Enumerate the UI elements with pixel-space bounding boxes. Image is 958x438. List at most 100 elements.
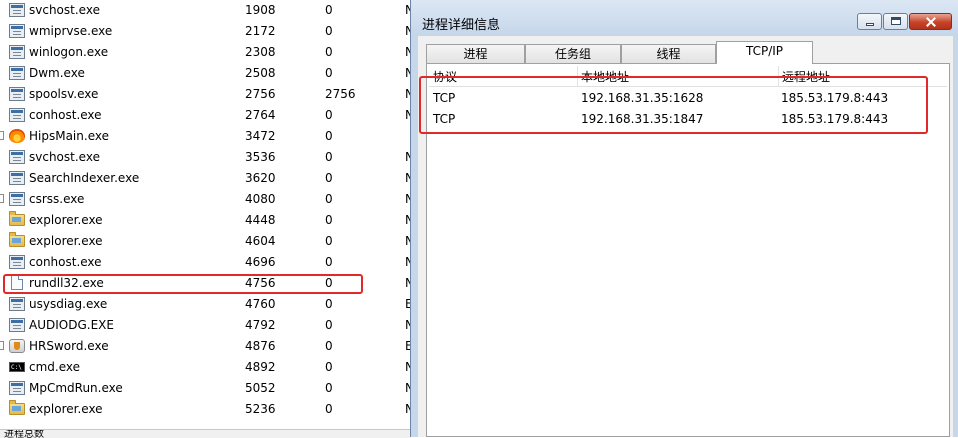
tab-tcpip[interactable]: TCP/IP [716,41,813,64]
dialog-title: 进程详细信息 [422,18,501,33]
process-row[interactable]: explorer.exe44480N [0,210,414,231]
shield-icon [9,339,25,353]
process-name: SearchIndexer.exe [29,171,140,185]
process-list[interactable]: svchost.exe19080Nwmiprvse.exe21720Nwinlo… [0,0,414,438]
process-parent: 0 [325,318,333,332]
process-row[interactable]: explorer.exe46040N [0,231,414,252]
process-row[interactable]: svchost.exe19080N [0,0,414,21]
minimize-button[interactable] [857,13,882,30]
dialog-titlebar[interactable]: 进程详细信息 [411,0,958,36]
process-name: explorer.exe [29,213,103,227]
close-button[interactable] [909,13,952,30]
process-row[interactable]: C:\cmd.exe48920N [0,357,414,378]
process-row[interactable]: explorer.exe52360N [0,399,414,420]
app-icon [9,318,25,332]
app-icon [9,150,25,164]
process-pid: 4792 [245,318,276,332]
process-parent: 0 [325,255,333,269]
flame-icon [9,129,25,143]
process-row[interactable]: HipsMain.exe 3472 0 [0,126,410,147]
process-row[interactable]: MpCmdRun.exe50520N [0,378,414,399]
process-row[interactable]: svchost.exe35360N [0,147,414,168]
folder-icon [9,232,25,247]
tab-process[interactable]: 进程 [426,44,525,63]
process-row[interactable]: spoolsv.exe27562756N [0,84,414,105]
process-pid: 2756 [245,87,276,101]
process-parent: 0 [325,192,333,206]
app-icon [9,381,25,395]
process-name: winlogon.exe [29,45,109,59]
process-parent: 0 [325,171,333,185]
process-name: csrss.exe [29,192,85,206]
process-parent: 0 [325,339,333,353]
process-name: spoolsv.exe [29,87,99,101]
process-pid: 2172 [245,24,276,38]
process-row[interactable]: conhost.exe46960N [0,252,414,273]
process-pid: 4876 [245,339,276,353]
app-icon [9,171,25,185]
process-pid: 3472 [245,129,276,143]
process-pid: 4696 [245,255,276,269]
maximize-button[interactable] [883,13,908,30]
process-pid: 5052 [245,381,276,395]
process-row[interactable]: Dwm.exe25080N [0,63,414,84]
expand-toggle-icon[interactable] [0,131,4,140]
process-name: conhost.exe [29,255,102,269]
process-pid: 4604 [245,234,276,248]
process-parent: 2756 [325,87,356,101]
app-icon [9,24,25,38]
process-name: conhost.exe [29,108,102,122]
process-name: usysdiag.exe [29,297,108,311]
app-icon [9,45,25,59]
process-details-dialog: 进程详细信息 进程 任务组 线程 TCP/IP 协议 本地地址 远程地址 TCP… [410,0,958,437]
process-pid: 1908 [245,3,276,17]
process-pid: 4760 [245,297,276,311]
expand-toggle-icon[interactable] [0,341,4,350]
cmd-icon: C:\ [9,362,25,372]
process-name: svchost.exe [29,3,100,17]
app-icon [9,66,25,80]
process-row[interactable]: wmiprvse.exe21720N [0,21,414,42]
expand-toggle-icon[interactable] [0,194,4,203]
process-row[interactable]: SearchIndexer.exe36200N [0,168,414,189]
process-name: cmd.exe [29,360,81,374]
process-name: explorer.exe [29,234,103,248]
process-row[interactable]: AUDIODG.EXE47920N [0,315,414,336]
process-parent: 0 [325,381,333,395]
process-row[interactable]: winlogon.exe23080N [0,42,414,63]
process-pid: 4892 [245,360,276,374]
process-pid: 2764 [245,108,276,122]
tcp-connections-highlight [419,76,928,134]
process-parent: 0 [325,360,333,374]
app-icon [9,108,25,122]
process-parent: 0 [325,24,333,38]
tab-thread[interactable]: 线程 [621,44,716,63]
selected-process-highlight [3,274,363,294]
process-pid: 2508 [245,66,276,80]
tab-task-group[interactable]: 任务组 [525,44,621,63]
process-parent: 0 [325,108,333,122]
app-icon [9,192,25,206]
process-row[interactable]: HRSword.exe 4876 0 E [0,336,413,357]
process-name: MpCmdRun.exe [29,381,123,395]
process-parent: 0 [325,150,333,164]
app-icon [9,3,25,17]
process-pid: 4448 [245,213,276,227]
process-row[interactable]: csrss.exe40800N [0,189,414,210]
process-parent: 0 [325,129,333,143]
app-icon [9,255,25,269]
process-row[interactable]: usysdiag.exe 4760 0 E [0,294,413,315]
process-name: wmiprvse.exe [29,24,113,38]
process-parent: 0 [325,402,333,416]
process-pid: 2308 [245,45,276,59]
folder-icon [9,211,25,226]
process-pid: 4080 [245,192,276,206]
folder-icon [9,400,25,415]
app-icon [9,297,25,311]
process-name: HRSword.exe [29,339,109,353]
process-parent: 0 [325,3,333,17]
process-name: HipsMain.exe [29,129,109,143]
process-name: AUDIODG.EXE [29,318,114,332]
process-row[interactable]: conhost.exe27640N [0,105,414,126]
process-pid: 5236 [245,402,276,416]
